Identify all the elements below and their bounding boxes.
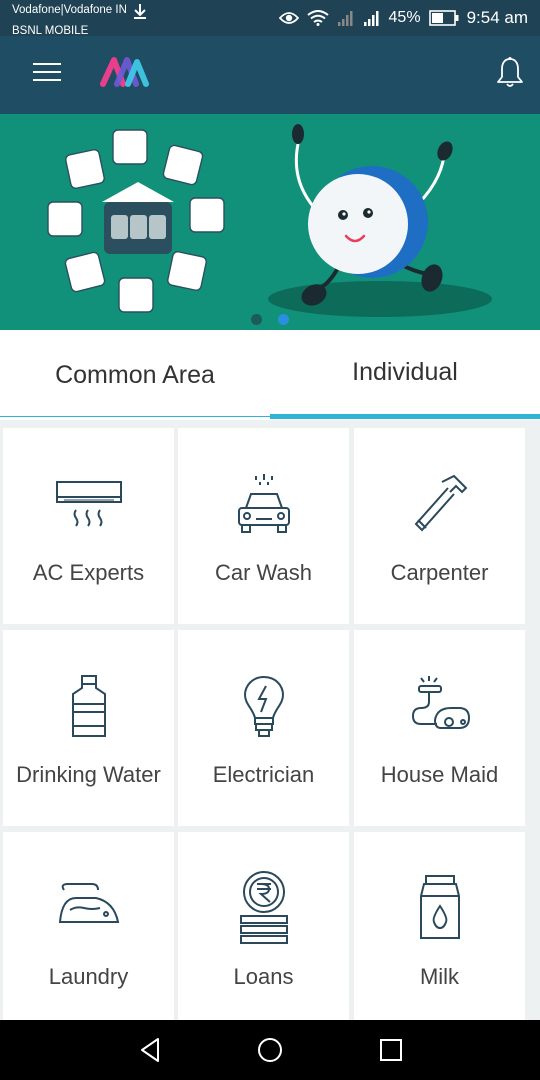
status-icons: 45% 9:54 am <box>278 6 528 30</box>
back-icon[interactable] <box>138 1036 162 1069</box>
home-icon[interactable] <box>256 1036 284 1069</box>
air-conditioner-icon <box>54 472 124 533</box>
service-electrician[interactable]: Electrician <box>178 630 349 826</box>
service-label: Loans <box>233 964 294 989</box>
service-laundry[interactable]: Laundry <box>3 832 174 1028</box>
service-carpenter[interactable]: Carpenter <box>354 428 525 624</box>
bulb-icon <box>242 674 286 745</box>
service-label: Laundry <box>48 964 129 989</box>
rupee-coins-icon <box>237 870 291 951</box>
service-label: Carpenter <box>390 560 489 585</box>
service-label: House Maid <box>380 762 499 787</box>
house-icon <box>102 182 174 254</box>
tab-bar: Common Area Individual <box>0 330 540 420</box>
carrier-info: Vodafone|Vodafone IN BSNL MOBILE <box>12 3 147 38</box>
service-label: Electrician <box>212 762 315 787</box>
signal-weak-icon <box>337 9 355 27</box>
eye-comfort-icon <box>278 11 299 25</box>
tab-divider <box>0 416 270 417</box>
service-car-wash[interactable]: Car Wash <box>178 428 349 624</box>
signal-icon <box>363 9 381 27</box>
recents-icon[interactable] <box>378 1036 404 1069</box>
service-ac-experts[interactable]: AC Experts <box>3 428 174 624</box>
banner-illustration <box>47 124 492 317</box>
bell-icon[interactable] <box>496 56 524 95</box>
car-wash-icon <box>234 472 294 541</box>
service-drinking-water[interactable]: Drinking Water <box>3 630 174 826</box>
hamburger-icon[interactable] <box>33 63 61 87</box>
service-house-maid[interactable]: House Maid <box>354 630 525 826</box>
hammer-icon <box>408 472 472 543</box>
download-icon <box>133 3 147 24</box>
service-label: Car Wash <box>215 560 312 585</box>
water-bottle-icon <box>67 674 111 745</box>
iron-icon <box>56 880 122 935</box>
carousel-dot-2[interactable] <box>278 314 289 325</box>
service-label: Drinking Water <box>16 762 161 787</box>
carousel-dot-1[interactable] <box>251 314 262 325</box>
carrier-line-1: Vodafone|Vodafone IN <box>12 4 127 16</box>
service-label: AC Experts <box>32 560 145 585</box>
tab-common-area[interactable]: Common Area <box>0 330 270 420</box>
battery-icon <box>428 10 459 26</box>
battery-percent: 45% <box>388 9 421 26</box>
service-milk[interactable]: Milk <box>354 832 525 1028</box>
promo-banner[interactable] <box>0 114 540 330</box>
tab-individual[interactable]: Individual <box>270 330 540 420</box>
status-bar: Vodafone|Vodafone IN BSNL MOBILE 45% 9:5… <box>0 0 540 38</box>
tab-active-indicator <box>270 414 540 419</box>
clock: 9:54 am <box>466 8 528 27</box>
service-loans[interactable]: Loans <box>178 832 349 1028</box>
service-grid: AC Experts Car Wash Carpenter Drinking W… <box>0 420 540 1028</box>
app-logo <box>100 54 150 93</box>
app-bar <box>0 36 540 114</box>
milk-carton-icon <box>417 874 463 945</box>
vacuum-icon <box>407 674 473 745</box>
service-label: Milk <box>419 964 460 989</box>
wifi-icon <box>306 10 329 26</box>
system-nav-bar <box>0 1020 540 1080</box>
